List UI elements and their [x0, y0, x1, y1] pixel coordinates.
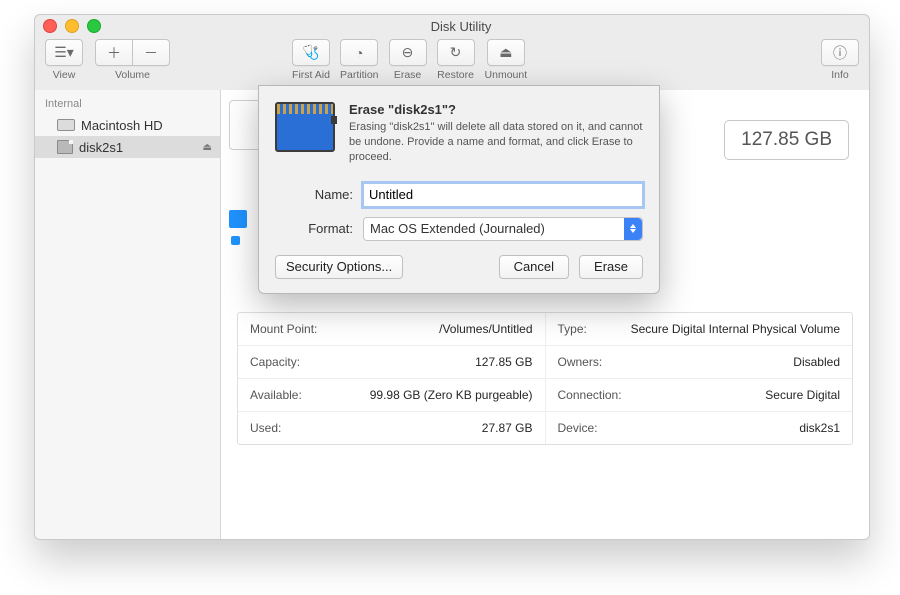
sd-card-icon: [57, 140, 73, 154]
volume-details-table: Mount Point:/Volumes/Untitled Type:Secur…: [237, 312, 853, 445]
sidebar-header: Internal: [35, 96, 220, 114]
name-input[interactable]: [363, 183, 643, 207]
erase-title: Erase "disk2s1"?: [349, 102, 643, 117]
hard-disk-icon: [57, 119, 75, 131]
erase-button[interactable]: ⊖: [389, 39, 427, 66]
first-aid-icon: 🩺: [302, 44, 319, 61]
sidebar-item-label: Macintosh HD: [81, 118, 163, 133]
erase-icon: ⊖: [402, 44, 414, 61]
eject-icon: ⏏: [499, 44, 512, 61]
unmount-button[interactable]: ⏏: [487, 39, 525, 66]
first-aid-label: First Aid: [292, 69, 330, 81]
sidebar-icon: ☰▾: [54, 44, 74, 61]
titlebar: Disk Utility: [35, 15, 869, 37]
partition-label: Partition: [340, 69, 379, 81]
usage-legend-dot: [231, 236, 240, 245]
table-row: Mount Point:/Volumes/Untitled: [238, 313, 546, 346]
sidebar-item-macintosh-hd[interactable]: Macintosh HD: [35, 114, 220, 136]
table-row: Available:99.98 GB (Zero KB purgeable): [238, 379, 546, 412]
restore-button[interactable]: ↻: [437, 39, 475, 66]
erase-confirm-button[interactable]: Erase: [579, 255, 643, 279]
capacity-badge: 127.85 GB: [724, 120, 849, 160]
table-row: Connection:Secure Digital: [546, 379, 853, 412]
eject-icon[interactable]: ⏏: [203, 142, 212, 153]
format-select[interactable]: Mac OS Extended (Journaled): [363, 217, 643, 241]
restore-icon: ↻: [450, 44, 462, 61]
format-value: Mac OS Extended (Journaled): [370, 221, 545, 236]
unmount-label: Unmount: [485, 69, 528, 81]
table-row: Device:disk2s1: [546, 412, 853, 444]
usage-bar: [229, 210, 247, 228]
restore-label: Restore: [437, 69, 474, 81]
close-window-button[interactable]: [43, 19, 57, 33]
partition-icon: ◔: [355, 45, 363, 61]
table-row: Used:27.87 GB: [238, 412, 546, 444]
chevron-updown-icon: [624, 218, 642, 240]
info-label: Info: [831, 69, 849, 81]
cancel-button[interactable]: Cancel: [499, 255, 569, 279]
volume-label: Volume: [115, 69, 150, 81]
minus-icon: －: [144, 43, 158, 63]
erase-sheet: Erase "disk2s1"? Erasing "disk2s1" will …: [258, 85, 660, 294]
info-button[interactable]: ⓘ: [821, 39, 859, 66]
window-controls: [43, 19, 101, 33]
table-row: Type:Secure Digital Internal Physical Vo…: [546, 313, 853, 346]
zoom-window-button[interactable]: [87, 19, 101, 33]
info-icon: ⓘ: [833, 43, 847, 63]
erase-label: Erase: [394, 69, 421, 81]
erase-description: Erasing "disk2s1" will delete all data s…: [349, 120, 643, 165]
plus-icon: ＋: [107, 43, 121, 63]
view-label: View: [53, 69, 76, 81]
table-row: Capacity:127.85 GB: [238, 346, 546, 379]
volume-add-button[interactable]: ＋: [95, 39, 132, 66]
sd-card-large-icon: [275, 102, 335, 152]
window-title: Disk Utility: [109, 19, 813, 34]
volume-remove-button[interactable]: －: [132, 39, 170, 66]
sidebar-item-label: disk2s1: [79, 140, 123, 155]
toolbar: ☰▾ View ＋ － Volume 🩺 First Aid ◔ Partiti…: [35, 37, 869, 92]
security-options-button[interactable]: Security Options...: [275, 255, 403, 279]
sidebar: Internal Macintosh HD disk2s1 ⏏: [35, 90, 221, 539]
first-aid-button[interactable]: 🩺: [292, 39, 330, 66]
partition-button[interactable]: ◔: [340, 39, 378, 66]
name-label: Name:: [275, 187, 363, 202]
table-row: Owners:Disabled: [546, 346, 853, 379]
format-label: Format:: [275, 221, 363, 236]
minimize-window-button[interactable]: [65, 19, 79, 33]
view-button[interactable]: ☰▾: [45, 39, 83, 66]
sidebar-item-disk2s1[interactable]: disk2s1 ⏏: [35, 136, 220, 158]
